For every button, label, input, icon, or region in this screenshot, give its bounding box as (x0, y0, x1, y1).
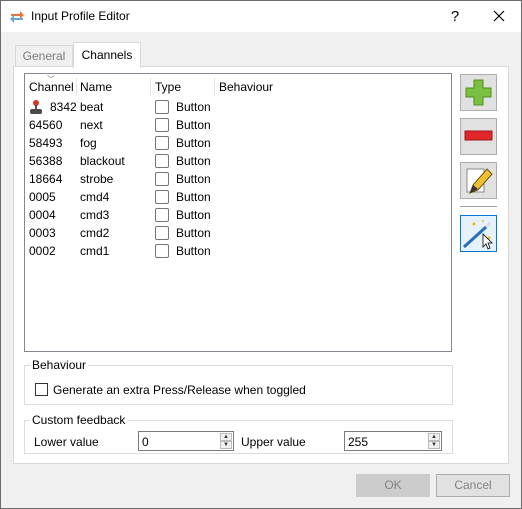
cell-type: Button (176, 244, 211, 258)
cell-channel: 8342 (50, 100, 77, 114)
cell-type: Button (176, 154, 211, 168)
table-row[interactable]: 8342 beat Button (25, 98, 451, 116)
remove-channel-button[interactable] (460, 118, 497, 155)
type-checkbox[interactable] (155, 136, 169, 150)
lower-value-spin-buttons: ▲ ▼ (220, 433, 232, 449)
column-separator[interactable] (150, 78, 151, 96)
type-checkbox[interactable] (155, 226, 169, 240)
cell-name: blackout (80, 154, 125, 168)
cell-name: beat (80, 100, 104, 114)
tab-general[interactable]: General (15, 45, 73, 67)
spin-up-icon[interactable]: ▲ (428, 433, 440, 441)
window-title: Input Profile Editor (31, 9, 130, 23)
tab-channels[interactable]: Channels (73, 42, 141, 68)
table-row[interactable]: 0005 cmd4 Button (25, 188, 451, 206)
input-profile-editor-window: Input Profile Editor ? General Channels … (0, 0, 522, 509)
pencil-icon (466, 168, 493, 194)
upper-value-text: 255 (348, 435, 369, 449)
cell-type: Button (176, 208, 211, 222)
table-row[interactable]: 0003 cmd2 Button (25, 224, 451, 242)
cell-name: cmd1 (80, 244, 110, 258)
cell-type: Button (176, 118, 211, 132)
type-checkbox[interactable] (155, 172, 169, 186)
wizard-button[interactable] (460, 215, 497, 252)
cell-type: Button (176, 100, 211, 114)
ok-button[interactable]: OK (356, 474, 430, 497)
column-header-type[interactable]: Type (155, 80, 181, 94)
table-row[interactable]: 0004 cmd3 Button (25, 206, 451, 224)
spin-down-icon[interactable]: ▼ (220, 441, 232, 449)
cell-name: strobe (80, 172, 114, 186)
extra-press-label: Generate an extra Press/Release when tog… (53, 383, 306, 397)
cell-name: next (80, 118, 103, 132)
column-separator[interactable] (76, 78, 77, 96)
type-checkbox[interactable] (155, 190, 169, 204)
plus-icon (465, 79, 492, 106)
custom-feedback-group-title: Custom feedback (30, 413, 128, 427)
type-checkbox[interactable] (155, 154, 169, 168)
app-icon (10, 11, 24, 23)
cell-channel: 0005 (29, 190, 56, 204)
cell-name: cmd2 (80, 226, 110, 240)
column-header-behaviour[interactable]: Behaviour (219, 80, 273, 94)
table-row[interactable]: 56388 blackout Button (25, 152, 451, 170)
cell-channel: 56388 (29, 154, 63, 168)
table-row[interactable]: 64560 next Button (25, 116, 451, 134)
joystick-icon (30, 100, 42, 114)
cell-channel: 0004 (29, 208, 56, 222)
help-button[interactable]: ? (437, 1, 473, 32)
lower-value-label: Lower value (34, 435, 99, 449)
column-header-name[interactable]: Name (80, 80, 112, 94)
type-checkbox[interactable] (155, 118, 169, 132)
magic-wand-icon (462, 220, 493, 250)
spin-up-icon[interactable]: ▲ (220, 433, 232, 441)
upper-value-label: Upper value (241, 435, 306, 449)
column-separator[interactable] (214, 78, 215, 96)
toolbar-separator (460, 206, 497, 207)
add-channel-button[interactable] (460, 74, 497, 111)
table-row[interactable]: 58493 fog Button (25, 134, 451, 152)
cell-channel: 64560 (29, 118, 63, 132)
type-checkbox[interactable] (155, 100, 169, 114)
close-icon[interactable] (479, 1, 519, 32)
lower-value-text: 0 (142, 435, 149, 449)
cell-type: Button (176, 172, 211, 186)
column-header-channel[interactable]: Channel (29, 80, 74, 94)
behaviour-group-title: Behaviour (30, 358, 89, 372)
cell-type: Button (176, 190, 211, 204)
type-checkbox[interactable] (155, 208, 169, 222)
extra-press-checkbox[interactable] (35, 383, 48, 396)
upper-value-spin-buttons: ▲ ▼ (428, 433, 440, 449)
cell-channel: 18664 (29, 172, 63, 186)
cell-channel: 58493 (29, 136, 63, 150)
cell-type: Button (176, 136, 211, 150)
cancel-button[interactable]: Cancel (436, 474, 510, 497)
channels-table[interactable]: ﹀ Channel Name Type Behaviour 8342 beat … (24, 73, 452, 352)
upper-value-spinbox[interactable]: 255 ▲ ▼ (344, 431, 442, 451)
edit-channel-button[interactable] (460, 162, 497, 199)
table-header: ﹀ Channel Name Type Behaviour (25, 74, 451, 98)
cell-name: cmd3 (80, 208, 110, 222)
cell-channel: 0003 (29, 226, 56, 240)
table-row[interactable]: 18664 strobe Button (25, 170, 451, 188)
cell-name: cmd4 (80, 190, 110, 204)
title-bar: Input Profile Editor ? (1, 1, 521, 32)
cell-type: Button (176, 226, 211, 240)
lower-value-spinbox[interactable]: 0 ▲ ▼ (138, 431, 234, 451)
cell-name: fog (80, 136, 97, 150)
table-row[interactable]: 0002 cmd1 Button (25, 242, 451, 260)
minus-icon (464, 130, 493, 141)
spin-down-icon[interactable]: ▼ (428, 441, 440, 449)
cell-channel: 0002 (29, 244, 56, 258)
type-checkbox[interactable] (155, 244, 169, 258)
